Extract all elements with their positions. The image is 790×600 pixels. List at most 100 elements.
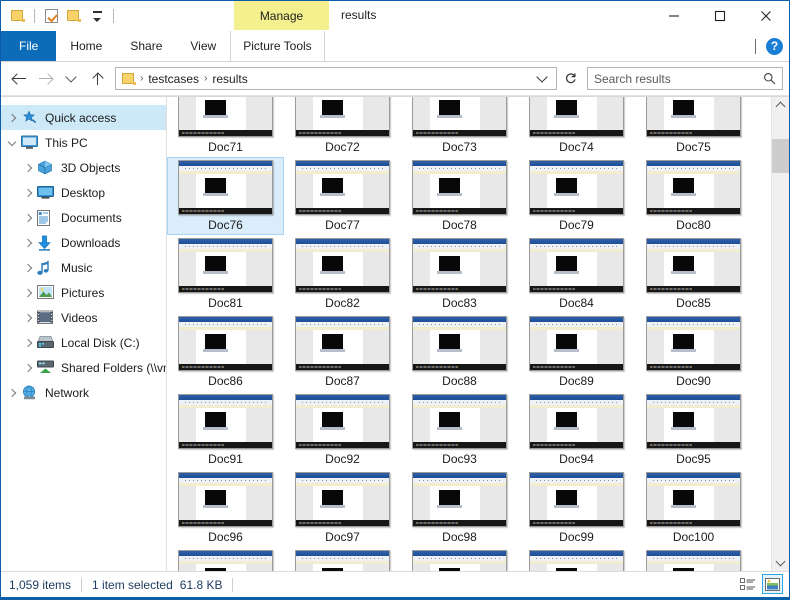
file-item[interactable]: Doc94 xyxy=(518,391,635,469)
file-item[interactable]: Doc80 xyxy=(635,157,752,235)
close-button[interactable] xyxy=(743,1,789,31)
file-item[interactable]: Doc104 xyxy=(518,547,635,571)
sidebar-item-shared-folders-vm[interactable]: Shared Folders (\\vm xyxy=(1,355,166,380)
search-placeholder: Search results xyxy=(594,71,671,86)
file-item[interactable]: Doc90 xyxy=(635,313,752,391)
chevron-right-icon[interactable] xyxy=(19,288,37,297)
sidebar-item-downloads[interactable]: Downloads xyxy=(1,230,166,255)
file-item[interactable]: Doc75 xyxy=(635,97,752,157)
sidebar-item-music[interactable]: Music xyxy=(1,255,166,280)
details-view-button[interactable] xyxy=(737,574,758,594)
file-item[interactable]: Doc72 xyxy=(284,97,401,157)
sidebar-item-videos[interactable]: Videos xyxy=(1,305,166,330)
file-item[interactable]: Doc74 xyxy=(518,97,635,157)
chevron-right-icon[interactable] xyxy=(19,363,37,372)
chevron-right-icon[interactable] xyxy=(19,338,37,347)
file-item[interactable]: Doc82 xyxy=(284,235,401,313)
sidebar-item-quick-access[interactable]: Quick access xyxy=(1,105,166,130)
file-item[interactable]: Doc92 xyxy=(284,391,401,469)
chevron-right-icon[interactable] xyxy=(19,213,37,222)
large-icons-view-button[interactable] xyxy=(762,574,783,594)
up-button[interactable] xyxy=(85,67,109,91)
chevron-down-icon[interactable] xyxy=(536,71,548,83)
sidebar-item-pictures[interactable]: Pictures xyxy=(1,280,166,305)
file-item[interactable]: Doc101 xyxy=(167,547,284,571)
file-item[interactable]: Doc73 xyxy=(401,97,518,157)
tab-share[interactable]: Share xyxy=(116,31,176,61)
chevron-right-icon[interactable] xyxy=(19,188,37,197)
maximize-button[interactable] xyxy=(697,1,743,31)
file-item[interactable]: Doc85 xyxy=(635,235,752,313)
file-item[interactable]: Doc91 xyxy=(167,391,284,469)
file-item[interactable]: Doc89 xyxy=(518,313,635,391)
file-item[interactable]: Doc98 xyxy=(401,469,518,547)
file-item[interactable]: Doc83 xyxy=(401,235,518,313)
chevron-right-icon[interactable] xyxy=(3,388,21,397)
file-item[interactable]: Doc95 xyxy=(635,391,752,469)
recent-locations-button[interactable] xyxy=(59,67,83,91)
file-item[interactable]: Doc96 xyxy=(167,469,284,547)
file-name-label: Doc73 xyxy=(442,140,477,154)
help-button[interactable]: ? xyxy=(766,37,783,55)
file-list-pane[interactable]: Doc71 Doc72 Doc73 Doc74 Doc75 Doc76 Doc77 Doc78… xyxy=(167,97,789,571)
file-item[interactable]: Doc78 xyxy=(401,157,518,235)
tab-file[interactable]: File xyxy=(1,31,57,61)
file-item[interactable]: Doc76 xyxy=(167,157,284,235)
refresh-button[interactable] xyxy=(559,67,581,90)
file-item[interactable]: Doc71 xyxy=(167,97,284,157)
chevron-right-icon[interactable] xyxy=(19,263,37,272)
sidebar-item-network[interactable]: Network xyxy=(1,380,166,405)
file-item[interactable]: Doc99 xyxy=(518,469,635,547)
minimize-button[interactable] xyxy=(651,1,697,31)
file-thumbnail-icon xyxy=(529,316,624,371)
tab-picture-tools[interactable]: Picture Tools xyxy=(230,31,325,61)
file-item[interactable]: Doc100 xyxy=(635,469,752,547)
sidebar-item-documents[interactable]: Documents xyxy=(1,205,166,230)
scroll-down-button[interactable] xyxy=(772,554,789,571)
sidebar-item-this-pc[interactable]: This PC xyxy=(1,130,166,155)
download-arrow-icon xyxy=(37,235,55,251)
customize-qat-button[interactable] xyxy=(88,7,106,25)
breadcrumb-item-results[interactable]: results xyxy=(208,72,251,86)
file-item[interactable]: Doc93 xyxy=(401,391,518,469)
chevron-up-icon xyxy=(775,101,786,112)
file-item[interactable]: Doc88 xyxy=(401,313,518,391)
file-item[interactable]: Doc105 xyxy=(635,547,752,571)
vertical-scrollbar[interactable] xyxy=(771,97,789,571)
file-item[interactable]: Doc86 xyxy=(167,313,284,391)
chevron-right-icon[interactable] xyxy=(19,163,37,172)
file-name-label: Doc91 xyxy=(208,452,243,466)
back-button[interactable] xyxy=(7,67,31,91)
search-input[interactable]: Search results xyxy=(587,67,783,90)
sidebar-item-local-disk-c[interactable]: Local Disk (C:) xyxy=(1,330,166,355)
properties-button[interactable] xyxy=(42,7,60,25)
file-item[interactable]: Doc87 xyxy=(284,313,401,391)
chevron-right-icon[interactable] xyxy=(3,113,21,122)
chevron-right-icon[interactable] xyxy=(19,238,37,247)
file-item[interactable]: Doc102 xyxy=(284,547,401,571)
file-thumbnail-icon xyxy=(178,238,273,293)
file-item[interactable]: Doc79 xyxy=(518,157,635,235)
file-item[interactable]: Doc103 xyxy=(401,547,518,571)
chevron-down-icon[interactable] xyxy=(3,137,21,146)
sidebar-item-desktop[interactable]: Desktop xyxy=(1,180,166,205)
restore-folder-button[interactable] xyxy=(9,7,27,25)
title-bar: Manage results xyxy=(1,1,789,31)
tab-home[interactable]: Home xyxy=(56,31,116,61)
breadcrumb-item-testcases[interactable]: testcases xyxy=(144,72,203,86)
sidebar-item-3d-objects[interactable]: 3D Objects xyxy=(1,155,166,180)
scroll-up-button[interactable] xyxy=(772,97,789,114)
sidebar-item-label: Shared Folders (\\vm xyxy=(61,360,166,375)
new-folder-button[interactable] xyxy=(65,7,83,25)
breadcrumb[interactable]: › testcases › results xyxy=(115,67,557,90)
tab-view[interactable]: View xyxy=(176,31,230,61)
file-item[interactable]: Doc77 xyxy=(284,157,401,235)
navigation-pane[interactable]: Quick access This PC 3D Objects Desktop Docu… xyxy=(1,97,167,571)
collapse-ribbon-button[interactable] xyxy=(755,39,756,54)
file-item[interactable]: Doc97 xyxy=(284,469,401,547)
forward-button[interactable] xyxy=(33,67,57,91)
scrollbar-thumb[interactable] xyxy=(772,139,789,173)
file-item[interactable]: Doc84 xyxy=(518,235,635,313)
chevron-right-icon[interactable] xyxy=(19,313,37,322)
file-item[interactable]: Doc81 xyxy=(167,235,284,313)
